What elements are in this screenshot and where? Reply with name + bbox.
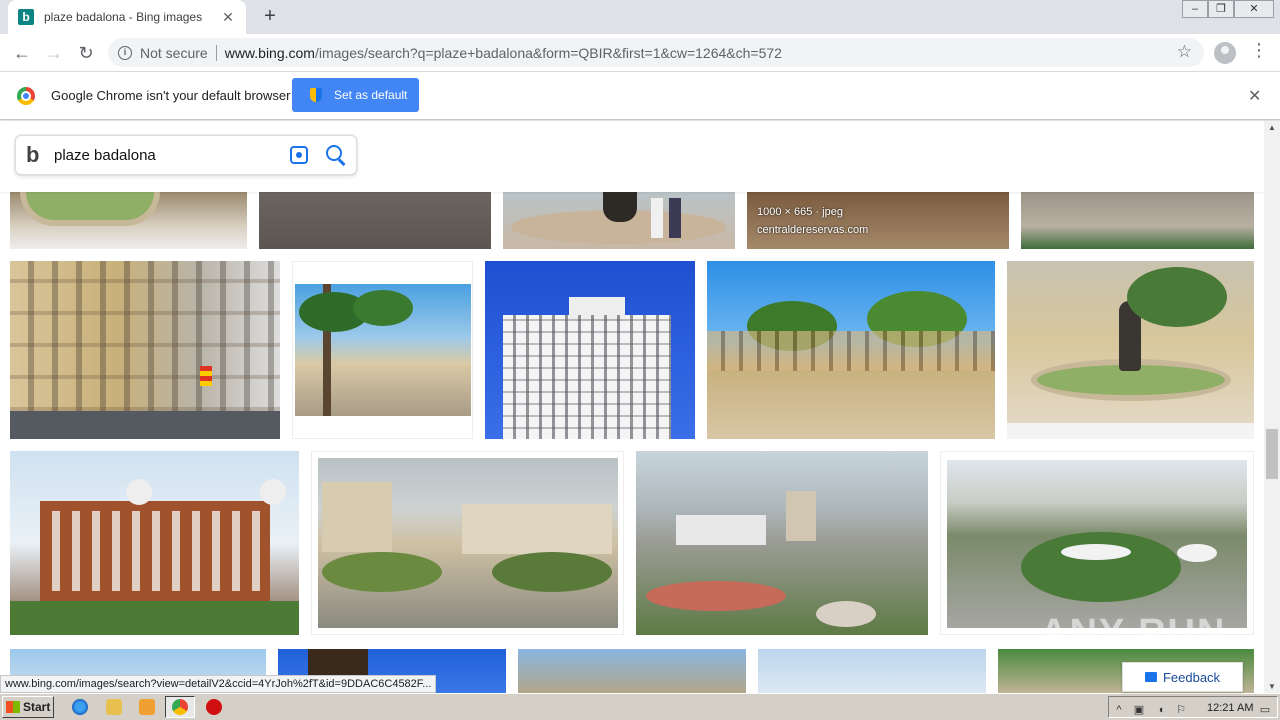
start-button[interactable]: Start <box>2 696 54 718</box>
media-player-icon[interactable] <box>139 699 155 715</box>
browser-toolbar: ← → ↻ i Not secure www.bing.com/images/s… <box>0 34 1280 72</box>
set-as-default-label: Set as default <box>334 88 408 102</box>
feedback-button[interactable]: Feedback <box>1122 662 1243 692</box>
image-result[interactable] <box>707 261 995 439</box>
image-result[interactable] <box>292 261 473 439</box>
image-result[interactable] <box>518 649 746 693</box>
chrome-taskbar-button[interactable] <box>165 696 195 718</box>
image-result-centraldereservas[interactable]: 1000 × 665 · jpeg centraldereservas.com <box>747 192 1009 249</box>
tab-bing-images[interactable]: b plaze badalona - Bing images ✕ <box>8 0 246 34</box>
image-result[interactable] <box>940 451 1254 635</box>
chrome-menu-icon[interactable]: ⋮ <box>1250 40 1268 61</box>
info-icon[interactable]: i <box>118 45 132 60</box>
tray-expand-icon[interactable]: ^ <box>1113 704 1125 716</box>
url-text[interactable]: www.bing.com/images/search?q=plaze+badal… <box>225 45 782 61</box>
image-result[interactable] <box>636 451 928 635</box>
close-window-button[interactable]: ✕ <box>1234 0 1274 18</box>
back-arrow-icon[interactable]: ← <box>10 41 34 65</box>
address-separator <box>215 44 217 61</box>
image-result[interactable] <box>1007 261 1254 439</box>
anyrun-watermark: ANY RUN <box>1040 612 1227 654</box>
infobar-message: Google Chrome isn't your default browser <box>51 88 291 103</box>
antivirus-icon[interactable] <box>206 699 222 715</box>
set-as-default-button[interactable]: Set as default <box>292 78 419 112</box>
image-result[interactable] <box>503 192 735 249</box>
image-result[interactable] <box>311 451 624 635</box>
new-tab-button[interactable]: + <box>260 6 280 28</box>
image-size-overlay: 1000 × 665 · jpeg <box>757 206 843 218</box>
windows-logo-icon <box>6 701 20 713</box>
file-explorer-icon[interactable] <box>106 699 122 715</box>
image-result[interactable] <box>10 261 280 439</box>
feedback-label: Feedback <box>1162 669 1221 685</box>
bing-logo-icon[interactable]: b <box>26 142 44 168</box>
feedback-icon <box>1144 672 1157 682</box>
bing-favicon-icon: b <box>18 9 34 25</box>
chrome-logo-icon <box>17 87 35 105</box>
reload-icon[interactable]: ↻ <box>74 41 98 65</box>
tab-strip: b plaze badalona - Bing images ✕ + – ❐ ✕ <box>0 0 1280 34</box>
system-tray: ^ ▣ ◖ ⚐ 12:21 AM ▭ <box>1108 696 1278 718</box>
scroll-down-arrow-icon[interactable]: ▼ <box>1264 682 1280 691</box>
search-header: b plaze badalona <box>0 121 1264 192</box>
image-result[interactable] <box>10 451 299 635</box>
security-status[interactable]: Not secure <box>140 45 208 61</box>
profile-avatar-icon[interactable] <box>1214 42 1236 64</box>
visual-search-icon[interactable] <box>290 146 308 164</box>
infobar-close-icon[interactable]: ✕ <box>1248 86 1261 106</box>
taskbar-clock[interactable]: 12:21 AM <box>1207 702 1253 714</box>
search-box[interactable]: b plaze badalona <box>15 135 357 175</box>
image-result[interactable] <box>259 192 491 249</box>
scroll-up-arrow-icon[interactable]: ▲ <box>1264 123 1280 132</box>
volume-icon[interactable]: ◖ <box>1155 704 1167 716</box>
url-path: /images/search?q=plaze+badalona&form=QBI… <box>314 44 782 61</box>
chrome-taskbar-icon <box>172 699 188 715</box>
tab-title: plaze badalona - Bing images <box>44 10 203 24</box>
image-result[interactable] <box>485 261 695 439</box>
scrollbar-thumb[interactable] <box>1266 429 1278 479</box>
shield-icon <box>310 88 322 102</box>
restore-window-button[interactable]: ❐ <box>1208 0 1234 18</box>
show-desktop-icon[interactable]: ▭ <box>1259 704 1271 716</box>
image-source-overlay: centraldereservas.com <box>757 224 869 236</box>
bookmark-star-icon[interactable]: ☆ <box>1177 42 1192 62</box>
search-icon[interactable] <box>326 145 346 165</box>
minimize-window-button[interactable]: – <box>1182 0 1208 18</box>
image-result[interactable] <box>10 192 247 249</box>
bing-images-page: b plaze badalona 1000 × 665 · jpeg centr… <box>0 121 1264 693</box>
address-bar[interactable]: i Not secure www.bing.com/images/search?… <box>108 38 1204 67</box>
search-input[interactable]: plaze badalona <box>54 147 290 164</box>
image-result[interactable] <box>758 649 986 693</box>
url-host: www.bing.com <box>224 44 315 61</box>
internet-explorer-icon[interactable] <box>72 699 88 715</box>
forward-arrow-icon[interactable]: → <box>42 41 66 65</box>
network-icon[interactable]: ▣ <box>1133 704 1145 716</box>
page-scrollbar[interactable]: ▲ ▼ <box>1264 121 1280 693</box>
tab-close-icon[interactable]: ✕ <box>220 9 236 26</box>
image-result[interactable] <box>1021 192 1254 249</box>
windows-taskbar: Start ^ ▣ ◖ ⚐ 12:21 AM ▭ <box>0 693 1280 720</box>
action-center-flag-icon[interactable]: ⚐ <box>1175 704 1187 716</box>
start-label: Start <box>23 700 51 714</box>
status-url-bubble: www.bing.com/images/search?view=detailV2… <box>0 675 437 693</box>
